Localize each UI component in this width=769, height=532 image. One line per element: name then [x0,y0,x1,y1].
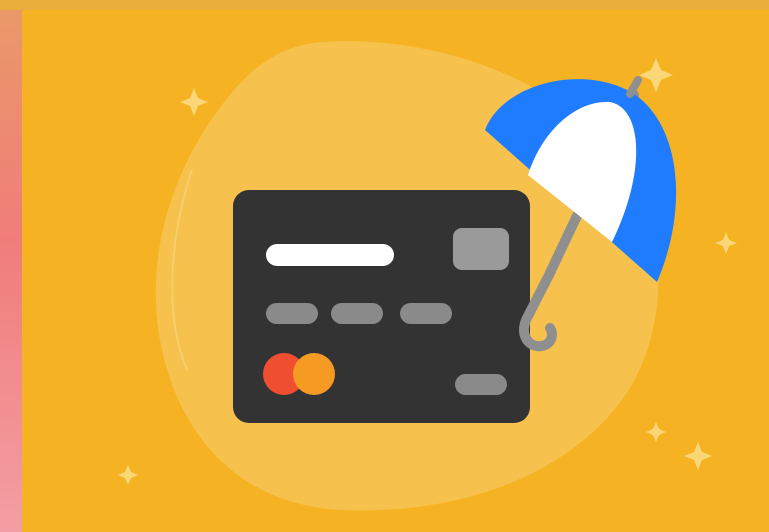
card-chip [453,228,509,270]
card-number-group [331,303,383,324]
card-number-group [266,303,318,324]
sparkle-icon [684,442,712,470]
top-strip [0,0,769,10]
card-number-group [400,303,452,324]
sparkle-icon [715,232,737,254]
page-frame [0,0,769,532]
card-expiry [455,374,507,395]
credit-card-icon [233,190,530,423]
sparkle-icon [180,88,208,116]
card-name-stripe [266,244,394,266]
sparkle-icon [639,58,673,92]
sparkle-icon [646,422,666,442]
illustration-canvas [118,41,737,511]
sparkle-icon [118,465,138,485]
card-protection-illustration [22,10,769,532]
